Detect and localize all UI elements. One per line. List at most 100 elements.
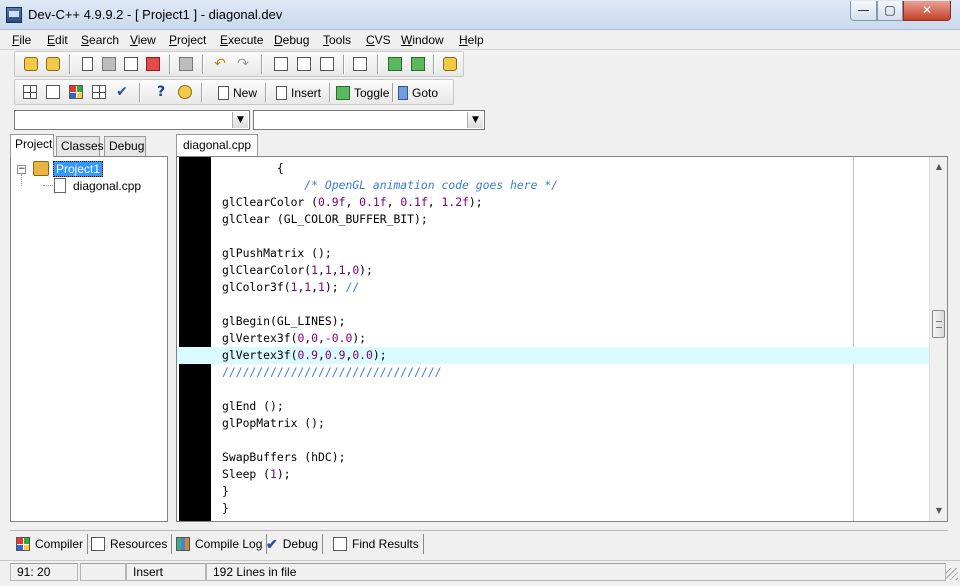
insert-button[interactable]: Insert xyxy=(276,83,321,102)
tab-project[interactable]: Project xyxy=(10,134,54,157)
menu-view[interactable]: View xyxy=(128,32,158,48)
run-button[interactable] xyxy=(43,83,63,101)
tab-classes[interactable]: Classes xyxy=(56,136,104,156)
menu-project[interactable]: Project xyxy=(167,32,208,48)
function-combo[interactable]: ▼ xyxy=(253,110,485,130)
code-line[interactable]: { xyxy=(222,160,930,177)
tab-compile-log-label: Compile Log xyxy=(195,537,263,551)
code-line[interactable] xyxy=(222,296,930,313)
find-next-button[interactable] xyxy=(317,55,337,73)
menu-tools[interactable]: Tools xyxy=(321,32,353,48)
tab-debug-output[interactable]: ✔ Debug xyxy=(262,534,324,554)
tab-compile-log[interactable]: Compile Log xyxy=(172,534,268,554)
menu-cvs[interactable]: CVS xyxy=(364,32,393,48)
code-line[interactable]: glEnd (); xyxy=(222,398,930,415)
replace-button[interactable] xyxy=(294,55,314,73)
resize-grip[interactable] xyxy=(946,568,958,580)
save-all-button[interactable] xyxy=(121,55,141,73)
code-line[interactable]: glPopMatrix (); xyxy=(222,415,930,432)
compile-run-button[interactable] xyxy=(66,83,86,101)
find-icon xyxy=(333,537,347,551)
undo-button[interactable]: ↶ xyxy=(210,55,230,73)
new-class-button[interactable]: New xyxy=(218,83,257,102)
status-cursor-position: 91: 20 xyxy=(10,563,78,581)
editor-vertical-scrollbar[interactable]: ▲ ▼ xyxy=(929,157,947,521)
save-button[interactable] xyxy=(99,55,119,73)
save-icon xyxy=(102,57,116,71)
print-button[interactable] xyxy=(176,55,196,73)
goto-bookmark-button[interactable]: Goto xyxy=(398,83,438,102)
menu-execute[interactable]: Execute xyxy=(218,32,265,48)
remove-from-project-button[interactable] xyxy=(408,55,428,73)
code-line[interactable] xyxy=(222,432,930,449)
chart-icon xyxy=(176,537,190,551)
menu-file[interactable]: File xyxy=(10,32,33,48)
code-line[interactable] xyxy=(222,228,930,245)
scroll-down-icon[interactable]: ▼ xyxy=(932,503,946,519)
code-line[interactable]: Sleep (1); xyxy=(222,466,930,483)
tree-project-node[interactable]: Project1 xyxy=(53,161,104,177)
scroll-up-icon[interactable]: ▲ xyxy=(932,159,946,175)
code-line[interactable]: glClearColor(1,1,1,0); xyxy=(222,262,930,279)
class-combo[interactable]: ▼ xyxy=(14,110,250,130)
chevron-down-icon[interactable]: ▼ xyxy=(467,112,483,128)
tab-find-results[interactable]: Find Results xyxy=(329,534,424,554)
tree-file-node[interactable]: diagonal.cpp xyxy=(73,179,141,193)
about-button[interactable] xyxy=(175,83,195,101)
maximize-button[interactable]: ▢ xyxy=(877,1,903,21)
menu-search[interactable]: Search xyxy=(79,32,121,48)
minimize-button[interactable]: — xyxy=(850,1,877,21)
code-line[interactable] xyxy=(222,381,930,398)
add-to-project-button[interactable] xyxy=(385,55,405,73)
tab-compiler[interactable]: Compiler xyxy=(12,534,89,554)
editor-tab-diagonal-cpp[interactable]: diagonal.cpp xyxy=(176,134,259,156)
status-bar: 91: 20 Insert 192 Lines in file xyxy=(0,560,960,582)
tree-expander[interactable]: − xyxy=(17,165,26,174)
devcpp-app-icon[interactable] xyxy=(6,7,22,23)
toolbar-separator xyxy=(69,55,71,74)
code-line[interactable]: SwapBuffers (hDC); xyxy=(222,449,930,466)
undo-icon: ↶ xyxy=(214,56,226,72)
code-editor[interactable]: { /* OpenGL animation code goes here */g… xyxy=(176,156,948,522)
redo-button[interactable]: ↷ xyxy=(233,55,253,73)
menu-debug[interactable]: Debug xyxy=(272,32,311,48)
code-line[interactable]: /* OpenGL animation code goes here */ xyxy=(222,177,930,194)
menu-window[interactable]: Window xyxy=(399,32,446,48)
code-line[interactable]: glVertex3f(0,0,-0.0); xyxy=(222,330,930,347)
menu-edit[interactable]: Edit xyxy=(45,32,70,48)
new-project-button[interactable] xyxy=(21,55,41,73)
rebuild-all-button[interactable] xyxy=(89,83,109,101)
code-line[interactable]: glVertex3f(0.9,0.9,0.0); xyxy=(177,347,930,364)
toolbar-separator xyxy=(202,55,204,74)
menu-help[interactable]: Help xyxy=(457,32,486,48)
code-line[interactable]: } xyxy=(222,483,930,500)
help-button[interactable]: ? xyxy=(151,83,171,101)
code-lines[interactable]: { /* OpenGL animation code goes here */g… xyxy=(177,160,930,517)
find-button[interactable] xyxy=(271,55,291,73)
chevron-down-icon[interactable]: ▼ xyxy=(232,112,248,128)
code-line[interactable]: glColor3f(1,1,1); // xyxy=(222,279,930,296)
goto-line-button[interactable] xyxy=(350,55,370,73)
menu-bar: File Edit Search View Project Execute De… xyxy=(0,30,960,50)
tab-resources[interactable]: Resources xyxy=(87,534,173,554)
compile-button[interactable] xyxy=(20,83,40,101)
toggle-bookmark-button[interactable]: Toggle xyxy=(336,83,389,102)
code-line[interactable]: glClearColor (0.9f, 0.1f, 0.1f, 1.2f); xyxy=(222,194,930,211)
tab-debug[interactable]: Debug xyxy=(104,136,146,156)
code-line[interactable]: glBegin(GL_LINES); xyxy=(222,313,930,330)
syntax-check-button[interactable]: ✔ xyxy=(112,83,132,101)
code-line[interactable]: //////////////////////////////// xyxy=(222,364,930,381)
open-project-button[interactable] xyxy=(43,55,63,73)
code-line[interactable]: } xyxy=(222,500,930,517)
close-file-button[interactable] xyxy=(143,55,163,73)
scrollbar-thumb[interactable] xyxy=(932,310,945,338)
panel-splitter[interactable] xyxy=(168,136,174,522)
new-file-button[interactable] xyxy=(77,55,97,73)
project-options-button[interactable] xyxy=(440,55,460,73)
code-line[interactable]: glPushMatrix (); xyxy=(222,245,930,262)
close-button[interactable]: ✕ xyxy=(903,1,951,21)
save-all-icon xyxy=(124,57,138,71)
code-line[interactable]: glClear (GL_COLOR_BUFFER_BIT); xyxy=(222,211,930,228)
status-line-count: 192 Lines in file xyxy=(206,563,946,581)
editor-gutter[interactable] xyxy=(179,157,211,521)
